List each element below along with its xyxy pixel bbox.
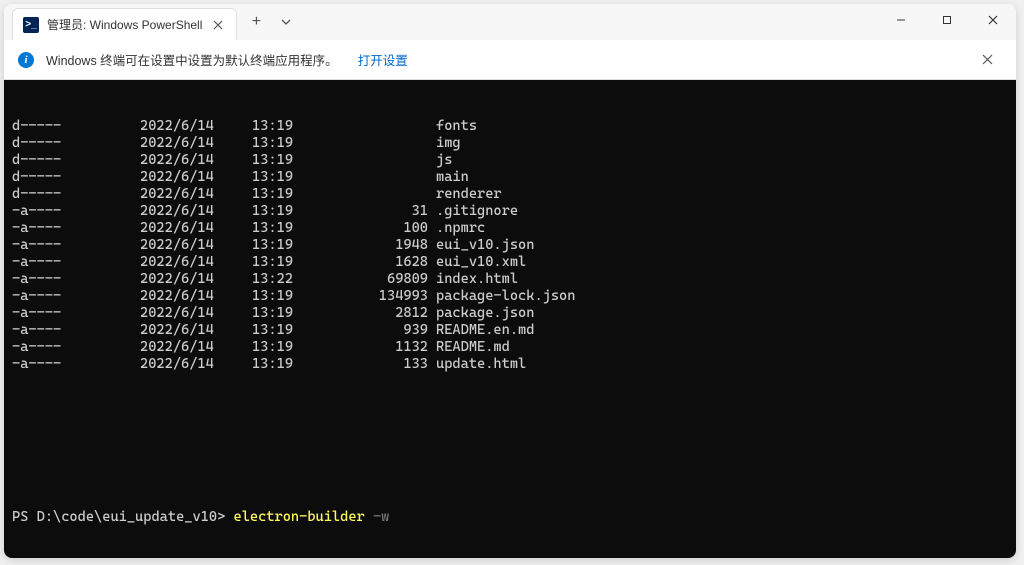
listing-row: -a----2022/6/1413:19133update.html bbox=[12, 356, 1008, 373]
title-bar: >_ 管理员: Windows PowerShell + bbox=[4, 4, 1016, 40]
listing-row: d-----2022/6/1413:19js bbox=[12, 152, 1008, 169]
listing-row: -a----2022/6/1413:192812package.json bbox=[12, 305, 1008, 322]
open-settings-link[interactable]: 打开设置 bbox=[358, 50, 408, 69]
listing-row: -a----2022/6/1413:191132README.md bbox=[12, 339, 1008, 356]
listing-row: -a----2022/6/1413:2269809index.html bbox=[12, 271, 1008, 288]
info-close-button[interactable] bbox=[972, 45, 1002, 75]
tab-title: 管理员: Windows PowerShell bbox=[47, 16, 202, 33]
maximize-button[interactable] bbox=[924, 4, 970, 36]
terminal-window: >_ 管理员: Windows PowerShell + i Windows 终… bbox=[4, 4, 1016, 558]
prompt-line-1: PS D:\code\eui_update_v10> electron-buil… bbox=[12, 509, 1008, 526]
listing-row: d-----2022/6/1413:19fonts bbox=[12, 118, 1008, 135]
listing-row: d-----2022/6/1413:19renderer bbox=[12, 186, 1008, 203]
close-button[interactable] bbox=[970, 4, 1016, 36]
new-tab-button[interactable]: + bbox=[241, 7, 271, 37]
listing-row: -a----2022/6/1413:1931.gitignore bbox=[12, 203, 1008, 220]
powershell-icon: >_ bbox=[23, 17, 39, 33]
terminal-output[interactable]: d-----2022/6/1413:19fontsd-----2022/6/14… bbox=[4, 80, 1016, 558]
minimize-button[interactable] bbox=[878, 4, 924, 36]
listing-row: -a----2022/6/1413:19939README.en.md bbox=[12, 322, 1008, 339]
listing-row: -a----2022/6/1413:19134993package-lock.j… bbox=[12, 288, 1008, 305]
window-controls bbox=[878, 4, 1016, 36]
listing-row: d-----2022/6/1413:19main bbox=[12, 169, 1008, 186]
listing-row: -a----2022/6/1413:191628eui_v10.xml bbox=[12, 254, 1008, 271]
info-bar: i Windows 终端可在设置中设置为默认终端应用程序。 打开设置 bbox=[4, 40, 1016, 80]
listing-row: -a----2022/6/1413:191948eui_v10.json bbox=[12, 237, 1008, 254]
tab-dropdown-button[interactable] bbox=[271, 7, 301, 37]
tab-powershell[interactable]: >_ 管理员: Windows PowerShell bbox=[12, 8, 237, 40]
tab-close-button[interactable] bbox=[210, 17, 226, 33]
listing-row: d-----2022/6/1413:19img bbox=[12, 135, 1008, 152]
info-text: Windows 终端可在设置中设置为默认终端应用程序。 bbox=[46, 50, 338, 69]
info-icon: i bbox=[18, 52, 34, 68]
listing-row: -a----2022/6/1413:19100.npmrc bbox=[12, 220, 1008, 237]
